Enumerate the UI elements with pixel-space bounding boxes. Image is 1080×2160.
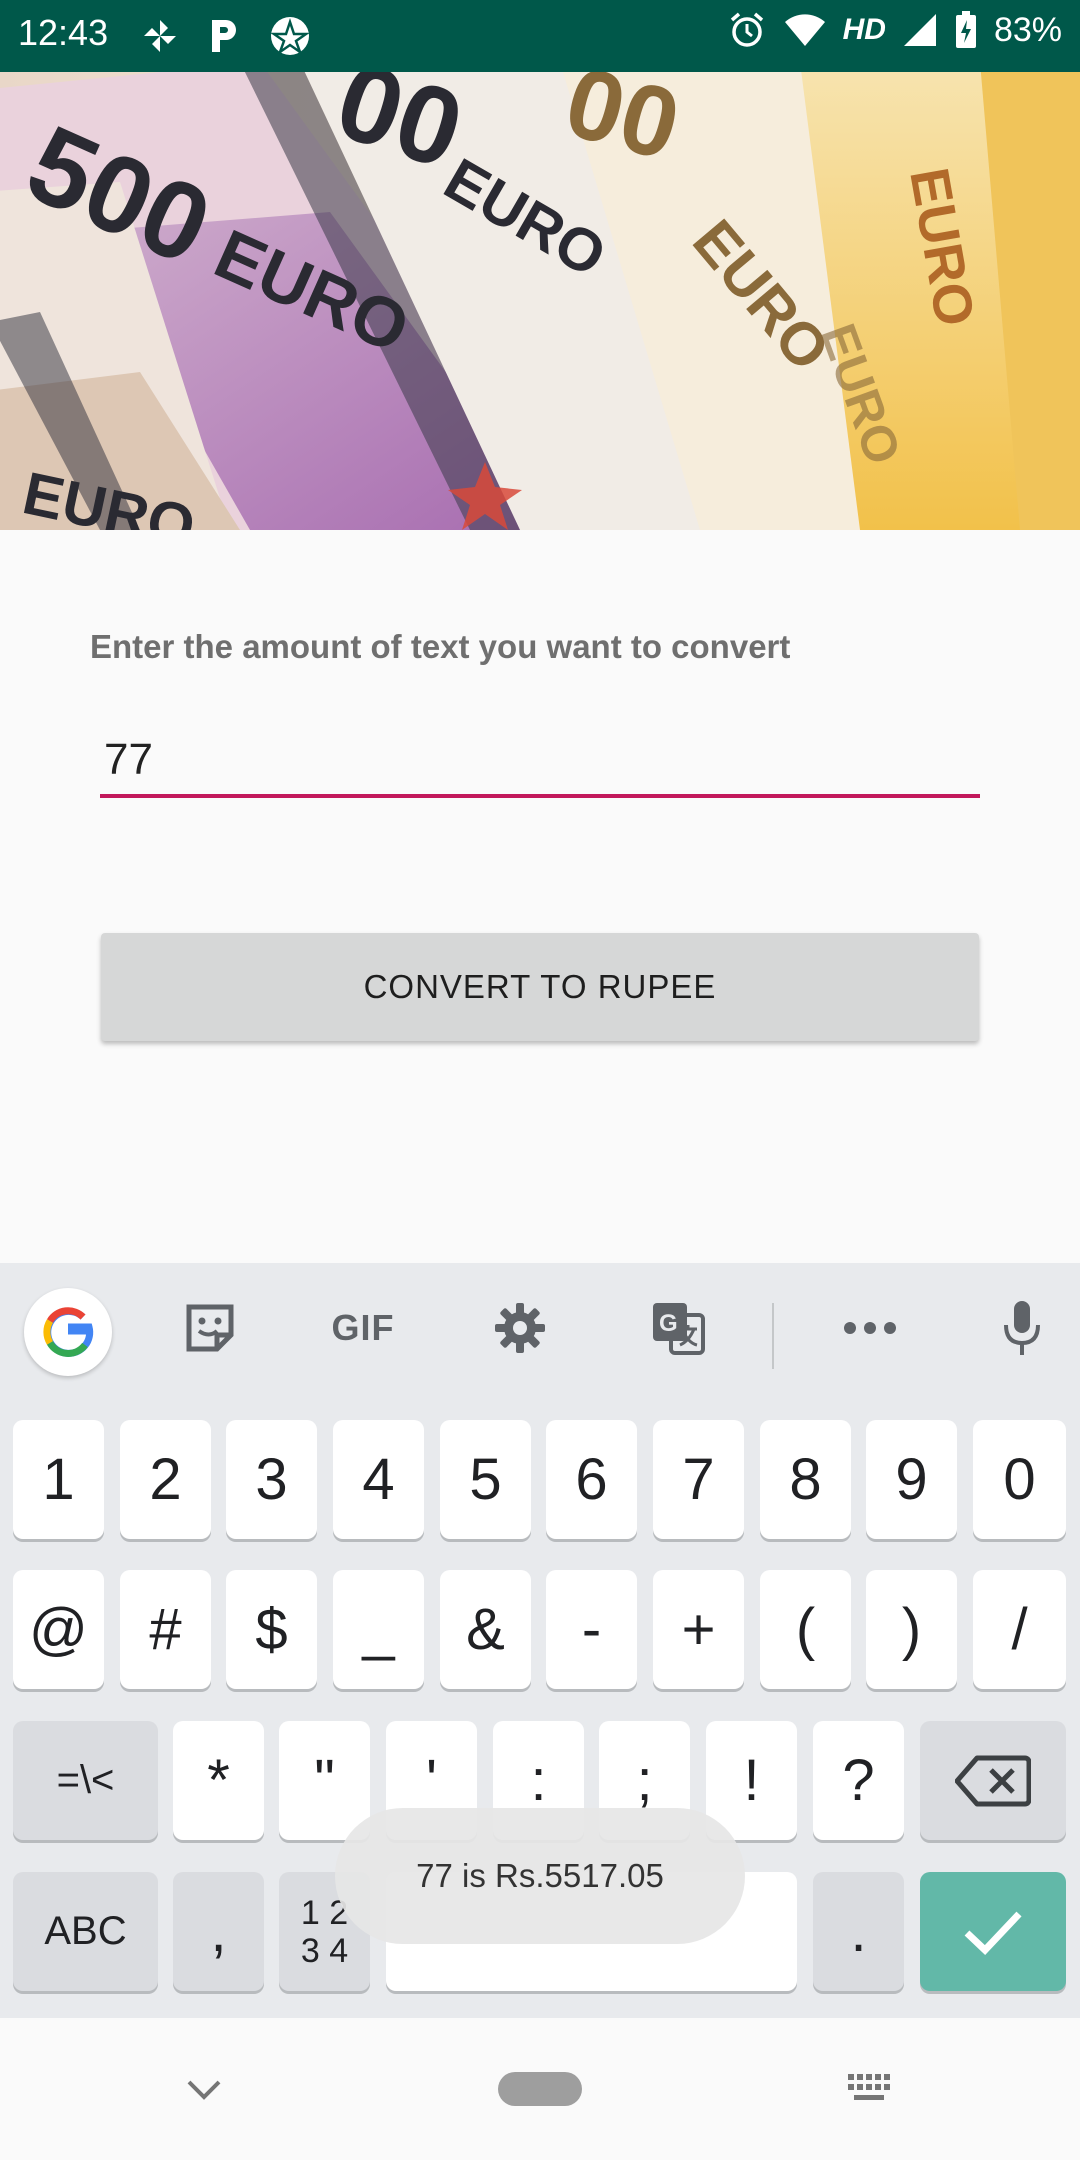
key-double-quote[interactable]: " <box>279 1721 370 1840</box>
key-period[interactable]: . <box>813 1872 904 1991</box>
key-1[interactable]: 1 <box>13 1420 104 1539</box>
key-2[interactable]: 2 <box>120 1420 211 1539</box>
battery-charging-icon <box>955 11 976 48</box>
key-dollar[interactable]: $ <box>226 1570 317 1689</box>
star-circle-icon <box>270 17 310 56</box>
convert-to-rupee-button[interactable]: CONVERT TO RUPEE <box>101 933 979 1041</box>
key-underscore[interactable]: _ <box>333 1570 424 1689</box>
status-time: 12:43 <box>18 12 109 53</box>
google-search-button[interactable] <box>24 1288 112 1376</box>
key-minus[interactable]: - <box>546 1570 637 1689</box>
keyboard-icon[interactable] <box>846 2072 896 2104</box>
key-8[interactable]: 8 <box>760 1420 851 1539</box>
check-icon <box>964 1911 1022 1955</box>
numpad-key-bottom: 3 4 <box>300 1931 349 1970</box>
key-ampersand[interactable]: & <box>440 1570 531 1689</box>
key-close-paren[interactable]: ) <box>866 1570 957 1689</box>
keyboard-settings-button[interactable] <box>485 1293 555 1363</box>
wifi-icon <box>784 14 825 46</box>
key-5[interactable]: 5 <box>440 1420 531 1539</box>
google-icon <box>43 1307 94 1357</box>
chevron-down-icon[interactable] <box>186 2078 222 2102</box>
voice-input-button[interactable] <box>987 1293 1057 1363</box>
key-7[interactable]: 7 <box>653 1420 744 1539</box>
gif-button[interactable]: GIF <box>318 1293 408 1363</box>
abc-key[interactable]: ABC <box>13 1872 158 1991</box>
sticker-button[interactable] <box>175 1293 245 1363</box>
key-4[interactable]: 4 <box>333 1420 424 1539</box>
network-type: HD <box>842 13 886 46</box>
key-3[interactable]: 3 <box>226 1420 317 1539</box>
key-plus[interactable]: + <box>653 1570 744 1689</box>
euro-banknotes-image: 500 EURO 00 EURO 00 EURO EURO EURO EURO <box>0 72 1080 530</box>
more-icon <box>844 1322 896 1334</box>
more-options-button[interactable] <box>835 1293 905 1363</box>
home-button[interactable] <box>498 2072 582 2106</box>
parking-icon <box>212 20 236 52</box>
translate-button[interactable]: G <box>643 1293 713 1363</box>
translate-icon: G <box>653 1303 705 1355</box>
enter-key[interactable] <box>920 1872 1066 1991</box>
backspace-icon <box>955 1755 1031 1806</box>
backspace-key[interactable] <box>920 1721 1066 1840</box>
key-comma[interactable]: , <box>173 1872 264 1991</box>
key-open-paren[interactable]: ( <box>760 1570 851 1689</box>
key-slash[interactable]: / <box>973 1570 1066 1689</box>
key-0[interactable]: 0 <box>973 1420 1066 1539</box>
keyboard-toolbar: GIF G <box>0 1263 1080 1393</box>
svg-text:G: G <box>659 1310 678 1337</box>
hero-image: 500 EURO 00 EURO 00 EURO EURO EURO EURO <box>0 72 1080 530</box>
key-6[interactable]: 6 <box>546 1420 637 1539</box>
key-9[interactable]: 9 <box>866 1420 957 1539</box>
toolbar-divider <box>772 1303 774 1369</box>
amount-input[interactable] <box>100 726 980 798</box>
battery-percent: 83% <box>993 10 1062 49</box>
navigation-bar <box>0 2018 1080 2160</box>
key-at[interactable]: @ <box>13 1570 104 1689</box>
settings-icon <box>495 1303 545 1353</box>
key-question[interactable]: ? <box>813 1721 904 1840</box>
sticker-icon <box>186 1304 234 1352</box>
key-asterisk[interactable]: * <box>173 1721 264 1840</box>
key-hash[interactable]: # <box>120 1570 211 1689</box>
alarm-icon <box>730 12 763 47</box>
status-bar: 12:43 HD 83% <box>0 0 1080 72</box>
signal-icon <box>903 14 936 46</box>
more-symbols-key[interactable]: =\< <box>13 1721 158 1840</box>
amount-prompt-label: Enter the amount of text you want to con… <box>90 628 791 665</box>
conversion-result-toast: 77 is Rs.5517.05 <box>335 1808 745 1944</box>
mic-icon <box>1004 1301 1040 1355</box>
pinwheel-icon <box>144 20 176 52</box>
